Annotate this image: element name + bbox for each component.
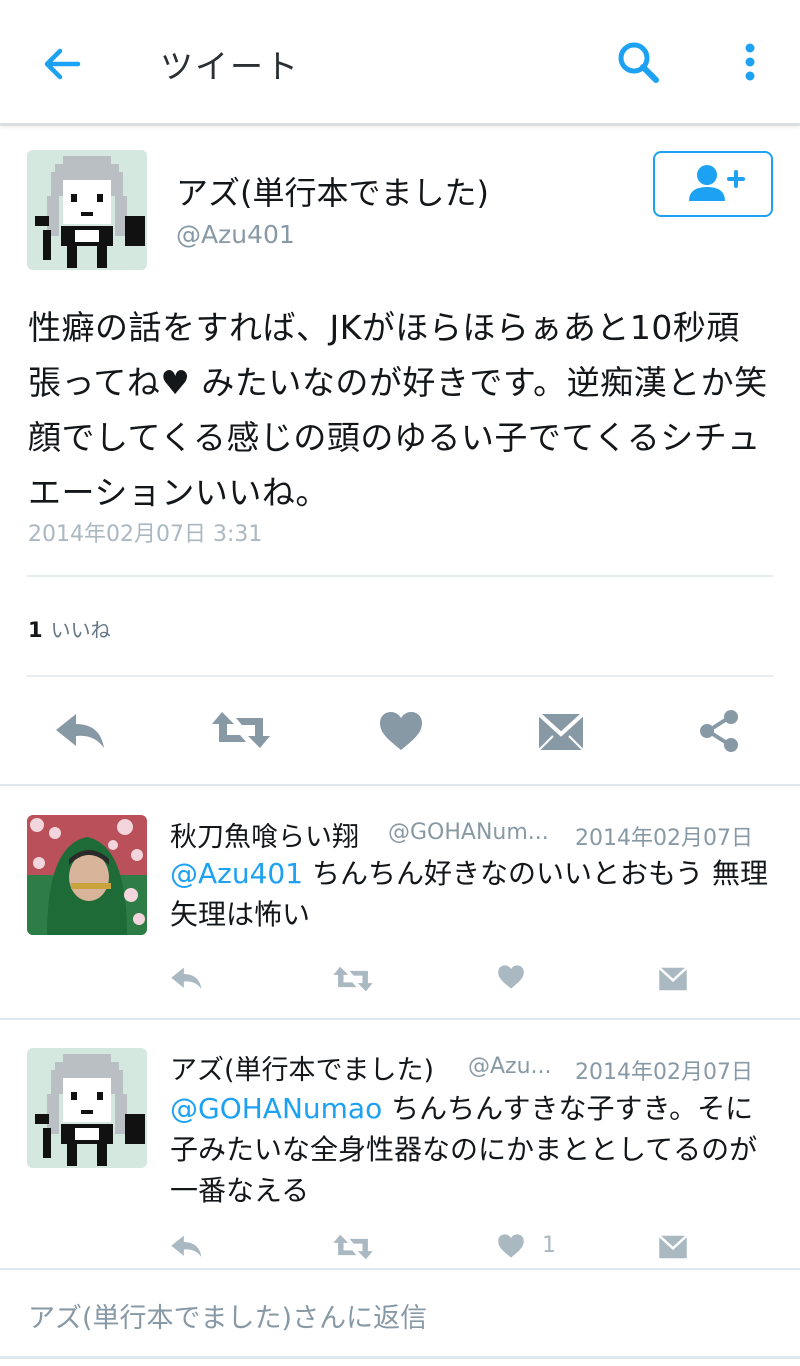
- more-options-icon[interactable]: [732, 40, 768, 88]
- direct-message-icon[interactable]: [537, 712, 585, 752]
- reply-text: @GOHANumao ちんちんすきな子すき。そに子みたいな全身性器なのにかまとと…: [170, 1088, 780, 1211]
- section-separator: [0, 784, 800, 786]
- reply-avatar[interactable]: [27, 1048, 147, 1168]
- retweet-icon[interactable]: [332, 964, 374, 994]
- input-underline: [0, 1356, 800, 1359]
- tweet-timestamp: 2014年02月07日 3:31: [28, 522, 263, 547]
- pixel-avatar-icon: [27, 1048, 147, 1168]
- reply-avatar[interactable]: [27, 815, 147, 935]
- reply-author-name[interactable]: アズ(単行本でました): [170, 1048, 434, 1087]
- author-handle[interactable]: @Azu401: [176, 220, 295, 249]
- like-heart-icon[interactable]: [378, 710, 424, 752]
- reply-like-count: 1: [542, 1233, 556, 1258]
- direct-message-icon[interactable]: [658, 1234, 688, 1260]
- reply-author-name[interactable]: 秋刀魚喰らい翔: [170, 815, 359, 854]
- add-user-icon: [689, 165, 745, 201]
- like-heart-icon[interactable]: [497, 964, 525, 990]
- likes-stat[interactable]: 1 いいね: [28, 614, 111, 643]
- photo-avatar-icon: [27, 815, 147, 935]
- reply-icon[interactable]: [170, 966, 204, 992]
- reply-mention[interactable]: @Azu401: [170, 857, 303, 890]
- follow-button[interactable]: [653, 151, 773, 217]
- share-icon[interactable]: [696, 708, 742, 754]
- reply-text: @Azu401 ちんちん好きなのいいとおもう 無理矢理は怖い: [170, 853, 780, 935]
- reply-composer: アズ(単行本でました)さんに返信: [0, 1268, 800, 1366]
- reply-author-handle[interactable]: @GOHANum...: [388, 820, 549, 845]
- back-arrow-icon[interactable]: [38, 40, 86, 88]
- direct-message-icon[interactable]: [658, 966, 688, 992]
- divider: [27, 675, 773, 677]
- author-name[interactable]: アズ(単行本でました): [176, 168, 489, 214]
- reply-input[interactable]: アズ(単行本でました)さんに返信: [28, 1296, 427, 1335]
- divider: [27, 575, 773, 577]
- retweet-icon[interactable]: [332, 1232, 374, 1262]
- retweet-icon[interactable]: [210, 708, 272, 752]
- tweet-text: 性癖の話をすれば、JKがほらほらぁあと10秒頑張ってね♥ みたいなのが好きです。…: [28, 308, 768, 512]
- reply-author-handle[interactable]: @Azu...: [468, 1054, 552, 1079]
- reply-date: 2014年02月07日: [575, 826, 753, 851]
- author-avatar[interactable]: [27, 150, 147, 270]
- section-separator: [0, 1018, 800, 1020]
- search-icon[interactable]: [612, 36, 666, 90]
- likes-label: いいね: [50, 618, 111, 642]
- likes-count: 1: [28, 618, 43, 642]
- pixel-avatar-icon: [27, 150, 147, 270]
- reply-date: 2014年02月07日: [575, 1060, 753, 1085]
- like-heart-icon[interactable]: [497, 1233, 525, 1259]
- page-title: ツイート: [160, 47, 300, 86]
- top-app-bar: ツイート: [0, 0, 800, 126]
- reply-icon[interactable]: [170, 1234, 204, 1260]
- reply-icon[interactable]: [54, 712, 108, 752]
- reply-mention[interactable]: @GOHANumao: [170, 1092, 382, 1125]
